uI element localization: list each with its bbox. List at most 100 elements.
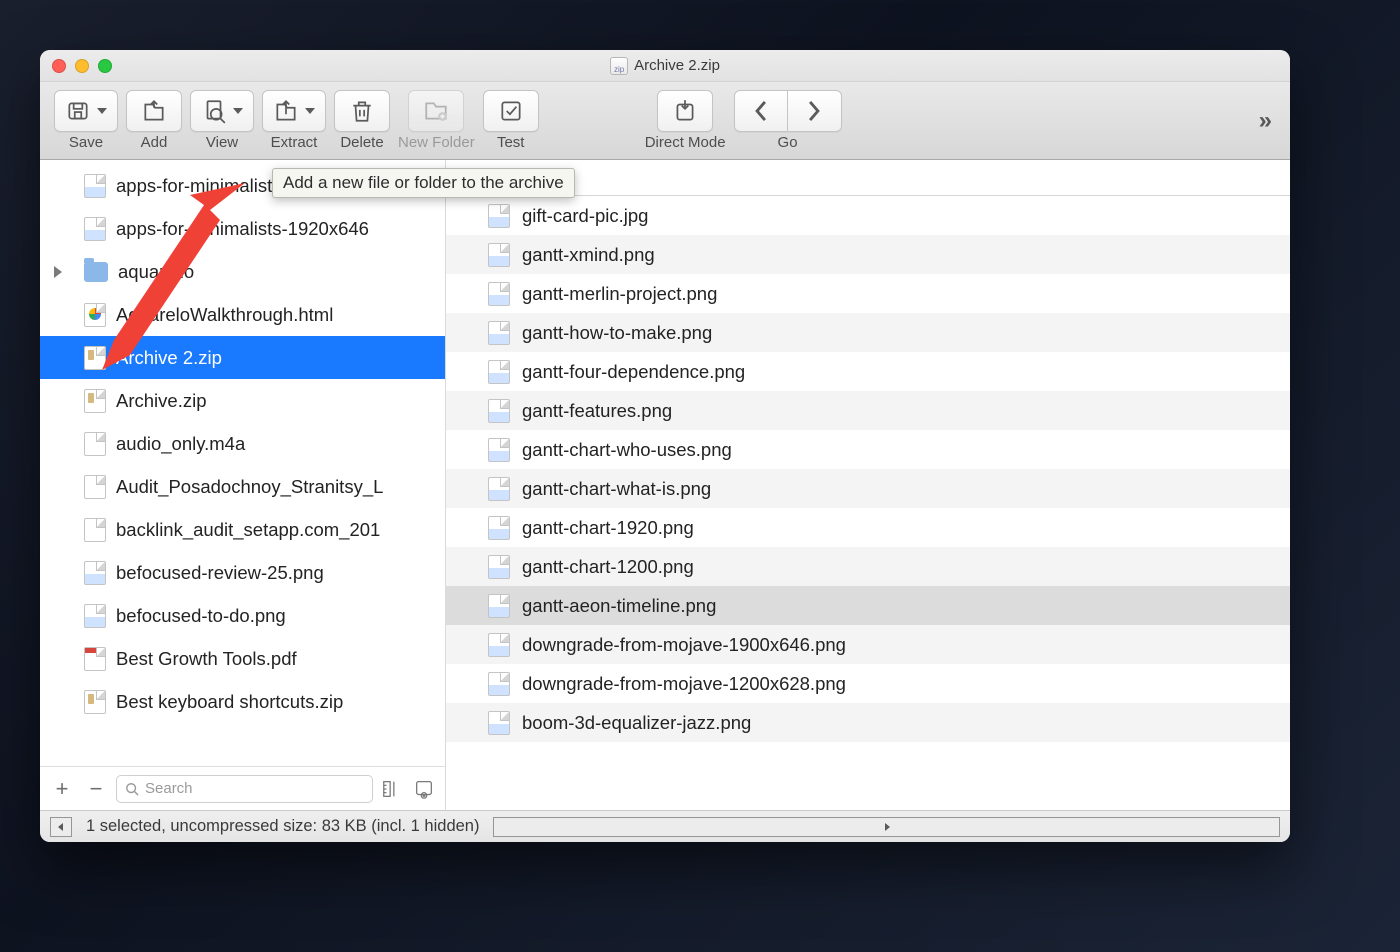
- list-item[interactable]: gantt-how-to-make.png: [446, 313, 1290, 352]
- search-placeholder: Search: [145, 780, 193, 797]
- extract-button[interactable]: [262, 90, 326, 132]
- list-item[interactable]: gantt-xmind.png: [446, 235, 1290, 274]
- list-item-label: gift-card-pic.jpg: [522, 205, 648, 227]
- list-item[interactable]: gantt-chart-what-is.png: [446, 469, 1290, 508]
- sidebar-item[interactable]: apps-for-minimalists-1920x646: [40, 207, 445, 250]
- search-input[interactable]: Search: [116, 775, 373, 803]
- sidebar: apps-for-minimalists-1200x628apps-for-mi…: [40, 160, 446, 810]
- go-forward-button[interactable]: [788, 91, 841, 131]
- list-item[interactable]: gantt-merlin-project.png: [446, 274, 1290, 313]
- img-file-icon: [84, 561, 106, 585]
- title-bar: zip Archive 2.zip: [40, 50, 1290, 82]
- extract-label: Extract: [271, 134, 318, 151]
- disclosure-triangle-icon[interactable]: [54, 266, 62, 278]
- list-item[interactable]: gantt-four-dependence.png: [446, 352, 1290, 391]
- sidebar-item-label: aquarello: [118, 261, 194, 283]
- list-item-label: gantt-chart-what-is.png: [522, 478, 711, 500]
- zip-file-icon: [84, 389, 106, 413]
- sidebar-item[interactable]: Best Growth Tools.pdf: [40, 637, 445, 680]
- sidebar-item-label: apps-for-minimalists-1920x646: [116, 218, 369, 240]
- image-file-icon: [488, 204, 510, 228]
- sidebar-item[interactable]: Best keyboard shortcuts.zip: [40, 680, 445, 723]
- image-file-icon: [488, 282, 510, 306]
- toolbar-overflow-button[interactable]: »: [1259, 107, 1276, 135]
- sidebar-item[interactable]: aquarello: [40, 250, 445, 293]
- image-file-icon: [488, 360, 510, 384]
- test-icon: [498, 98, 524, 124]
- sidebar-file-list[interactable]: apps-for-minimalists-1200x628apps-for-mi…: [40, 160, 445, 766]
- dropdown-caret-icon: [305, 108, 315, 114]
- sidebar-item-label: Best Growth Tools.pdf: [116, 648, 297, 670]
- sidebar-item[interactable]: befocused-review-25.png: [40, 551, 445, 594]
- list-item-label: gantt-chart-1200.png: [522, 556, 694, 578]
- direct-mode-label: Direct Mode: [645, 134, 726, 151]
- status-bar: 1 selected, uncompressed size: 83 KB (in…: [40, 810, 1290, 842]
- image-file-icon: [488, 516, 510, 540]
- list-item[interactable]: gantt-chart-1200.png: [446, 547, 1290, 586]
- add-icon: [141, 98, 167, 124]
- save-button[interactable]: [54, 90, 118, 132]
- img-file-icon: [84, 604, 106, 628]
- sidebar-item-label: Best keyboard shortcuts.zip: [116, 691, 343, 713]
- go-label: Go: [778, 134, 798, 151]
- save-label: Save: [69, 134, 103, 151]
- delete-label: Delete: [340, 134, 383, 151]
- list-item[interactable]: gantt-chart-1920.png: [446, 508, 1290, 547]
- list-item[interactable]: downgrade-from-mojave-1200x628.png: [446, 664, 1290, 703]
- new-folder-button[interactable]: [408, 90, 464, 132]
- archive-content-pane: Name gift-card-pic.jpggantt-xmind.pnggan…: [446, 160, 1290, 810]
- status-text: 1 selected, uncompressed size: 83 KB (in…: [86, 817, 479, 836]
- ruler-icon[interactable]: [379, 776, 405, 802]
- sidebar-item-label: AquareloWalkthrough.html: [116, 304, 333, 326]
- add-item-button[interactable]: +: [48, 775, 76, 803]
- list-item[interactable]: gift-card-pic.jpg: [446, 196, 1290, 235]
- list-item-label: gantt-xmind.png: [522, 244, 655, 266]
- img-file-icon: [84, 217, 106, 241]
- add-button[interactable]: [126, 90, 182, 132]
- preview-icon[interactable]: [411, 776, 437, 802]
- go-back-button[interactable]: [735, 91, 789, 131]
- sidebar-footer: + − Search: [40, 766, 445, 810]
- sidebar-item[interactable]: befocused-to-do.png: [40, 594, 445, 637]
- list-item[interactable]: gantt-features.png: [446, 391, 1290, 430]
- sidebar-item-label: Audit_Posadochnoy_Stranitsy_L: [116, 476, 383, 498]
- chevron-left-icon: [748, 98, 774, 124]
- status-next-button[interactable]: [493, 817, 1280, 837]
- archive-file-list[interactable]: gift-card-pic.jpg gantt-xmind.png gantt-me…: [446, 196, 1290, 810]
- sidebar-item-label: audio_only.m4a: [116, 433, 245, 455]
- list-item-label: gantt-chart-who-uses.png: [522, 439, 732, 461]
- test-button[interactable]: [483, 90, 539, 132]
- sidebar-item[interactable]: AquareloWalkthrough.html: [40, 293, 445, 336]
- sidebar-item[interactable]: Audit_Posadochnoy_Stranitsy_L: [40, 465, 445, 508]
- view-label: View: [206, 134, 238, 151]
- view-button[interactable]: [190, 90, 254, 132]
- sidebar-item-label: Archive 2.zip: [116, 347, 222, 369]
- sidebar-item[interactable]: Archive 2.zip: [40, 336, 445, 379]
- test-label: Test: [497, 134, 525, 151]
- zoom-window-button[interactable]: [98, 59, 112, 73]
- list-item[interactable]: gantt-chart-who-uses.png: [446, 430, 1290, 469]
- remove-item-button[interactable]: −: [82, 775, 110, 803]
- chevron-right-icon: [801, 98, 827, 124]
- status-prev-button[interactable]: [50, 817, 72, 837]
- list-item[interactable]: downgrade-from-mojave-1900x646.png: [446, 625, 1290, 664]
- list-item-label: gantt-how-to-make.png: [522, 322, 712, 344]
- list-item-label: boom-3d-equalizer-jazz.png: [522, 712, 751, 734]
- image-file-icon: [488, 594, 510, 618]
- list-item-label: gantt-chart-1920.png: [522, 517, 694, 539]
- delete-button[interactable]: [334, 90, 390, 132]
- sidebar-item[interactable]: audio_only.m4a: [40, 422, 445, 465]
- close-window-button[interactable]: [52, 59, 66, 73]
- app-window: zip Archive 2.zip Save Add View: [40, 50, 1290, 842]
- sidebar-item-label: backlink_audit_setapp.com_201: [116, 519, 380, 541]
- image-file-icon: [488, 399, 510, 423]
- sidebar-item[interactable]: backlink_audit_setapp.com_201: [40, 508, 445, 551]
- search-icon: [125, 782, 139, 796]
- list-item[interactable]: boom-3d-equalizer-jazz.png: [446, 703, 1290, 742]
- list-item[interactable]: gantt-aeon-timeline.png: [446, 586, 1290, 625]
- image-file-icon: [488, 555, 510, 579]
- direct-mode-button[interactable]: [657, 90, 713, 132]
- sidebar-item[interactable]: Archive.zip: [40, 379, 445, 422]
- minimize-window-button[interactable]: [75, 59, 89, 73]
- direct-mode-icon: [672, 98, 698, 124]
